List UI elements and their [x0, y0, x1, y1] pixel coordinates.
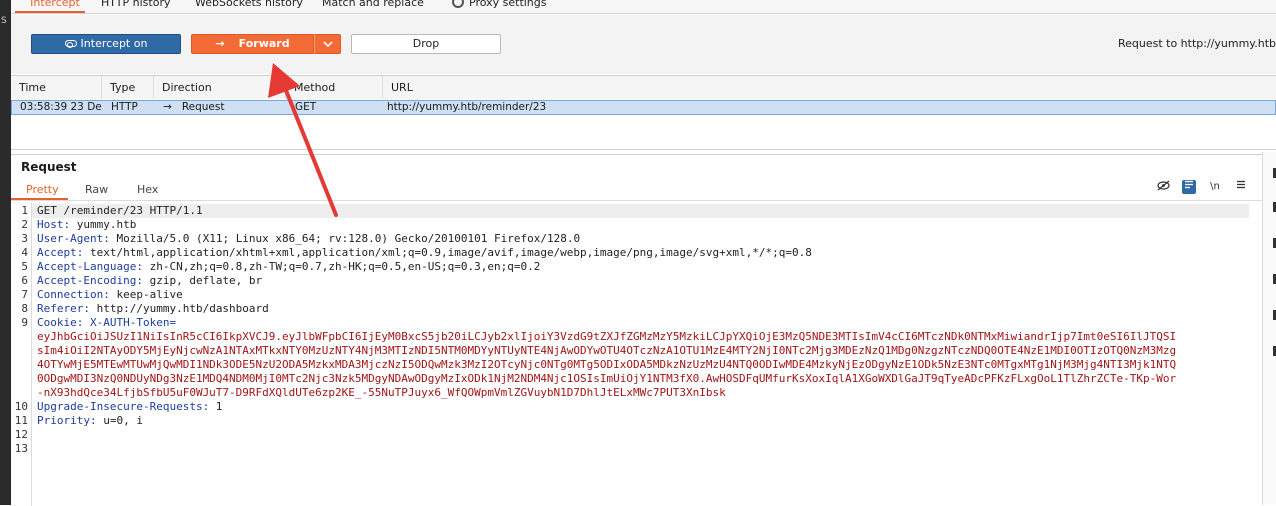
chevron-down-icon — [322, 41, 333, 48]
tab-proxy-settings-label: Proxy settings — [469, 0, 547, 9]
code-line: GET /reminder/23 HTTP/1.1 — [37, 204, 203, 218]
code-line: Upgrade-Insecure-Requests: 1 — [37, 400, 222, 414]
header-value: text/html,application/xhtml+xml,applicat… — [83, 246, 812, 259]
intercept-toolbar: Intercept on → Forward Drop Request to ht… — [11, 15, 1276, 74]
intercept-label: Intercept on — [80, 37, 148, 50]
left-sidebar-strip: S — [0, 0, 11, 505]
code-line: Cookie: X-AUTH-Token= — [37, 316, 176, 330]
tab-intercept[interactable]: Intercept — [15, 0, 85, 13]
word-wrap-icon[interactable] — [1182, 180, 1196, 194]
header-name: Accept-Language: — [37, 260, 143, 273]
code-line: Priority: u=0, i — [37, 414, 143, 428]
header-name: Accept-Encoding: — [37, 274, 143, 287]
arrow-right-icon: → — [163, 101, 172, 113]
header-value: yummy.htb — [70, 218, 137, 231]
row-type: HTTP — [111, 101, 138, 113]
menu-icon[interactable] — [1234, 180, 1248, 194]
arrow-right-icon: → — [215, 37, 225, 50]
line-number: 3 — [21, 232, 28, 245]
tab-match-replace[interactable]: Match and replace — [322, 0, 424, 13]
intercept-queue-table: Time Type Direction Method URL 03:58:39 … — [11, 75, 1276, 150]
code-line: Referer: http://yummy.htb/dashboard — [37, 302, 269, 316]
code-line: Host: yummy.htb — [37, 218, 136, 232]
line-number: 1 — [21, 204, 28, 217]
code-line: User-Agent: Mozilla/5.0 (X11; Linux x86_… — [37, 232, 580, 246]
header-name: Host: — [37, 218, 71, 231]
line-number: 4 — [21, 246, 28, 259]
header-name: Accept: — [37, 246, 84, 259]
tab-pretty[interactable]: Pretty — [26, 183, 59, 196]
line-number: 12 — [14, 428, 28, 441]
request-target-label: Request to http://yummy.htb — [1117, 37, 1276, 50]
tabs-divider — [11, 200, 1262, 201]
inspector-collapsed-strip — [1262, 152, 1276, 505]
line-number: 5 — [21, 260, 28, 273]
forward-options-button[interactable] — [314, 34, 341, 54]
tab-http-history[interactable]: HTTP history — [101, 0, 170, 13]
toggle-icon — [64, 40, 77, 48]
current-line-highlight — [32, 204, 1249, 218]
column-header-direction[interactable]: Direction — [154, 76, 286, 99]
code-line: Accept-Encoding: gzip, deflate, br — [37, 274, 262, 288]
intercept-toggle-button[interactable]: Intercept on — [31, 34, 181, 54]
header-name: Connection: — [37, 288, 110, 301]
tab-raw[interactable]: Raw — [85, 183, 108, 196]
header-name: Upgrade-Insecure-Requests: — [37, 400, 210, 413]
header-value: u=0, i — [96, 414, 143, 427]
cookie-token-value: 4OTYwMjE5MTEwMTUwMjQwMDI1NDk3ODE5NzU2ODA… — [37, 358, 1177, 371]
column-header-url[interactable]: URL — [383, 76, 1276, 99]
line-number: 8 — [21, 302, 28, 315]
row-direction-label: Request — [181, 101, 225, 113]
line-number: 13 — [14, 442, 28, 455]
line-number: 11 — [14, 414, 28, 427]
code-line: Accept-Language: zh-CN,zh;q=0.8,zh-TW;q=… — [37, 260, 540, 274]
cookie-token-value: sIm4iOiI2NTAyODY5MjEyNjcwNzA1NTAxMTkxNTY… — [37, 344, 1177, 357]
line-number: 2 — [21, 218, 28, 231]
request-panel: Request Pretty Raw Hex \n 1 2 3 4 5 6 7 8 9 10 11 1… — [11, 154, 1262, 506]
column-header-type[interactable]: Type — [102, 76, 154, 99]
proxy-tabs: Intercept HTTP history WebSockets histor… — [11, 0, 1276, 14]
header-value: gzip, deflate, br — [142, 274, 263, 287]
header-value: http://yummy.htb/dashboard — [89, 302, 269, 315]
line-number: 10 — [14, 400, 28, 413]
drop-button[interactable]: Drop — [351, 34, 501, 54]
line-number: 9 — [21, 316, 28, 329]
line-number: 6 — [21, 274, 28, 287]
show-newlines-icon[interactable]: \n — [1208, 180, 1222, 194]
forward-label: Forward — [238, 37, 290, 50]
header-value: X-AUTH-Token= — [83, 316, 177, 329]
column-header-time[interactable]: Time — [11, 76, 102, 99]
header-value: 1 — [209, 400, 223, 413]
line-number-gutter: 1 2 3 4 5 6 7 8 9 10 11 12 13 — [11, 203, 32, 506]
gear-icon — [452, 0, 464, 8]
cookie-token-value: -nX93hdQce34LfjbSfbU5uF0WJuT7-D9RFdXQldU… — [37, 386, 726, 399]
header-name: Referer: — [37, 302, 90, 315]
code-line: Connection: keep-alive — [37, 288, 183, 302]
header-value: Mozilla/5.0 (X11; Linux x86_64; rv:128.0… — [109, 232, 581, 245]
row-method: GET — [295, 101, 317, 113]
hide-nonprintable-icon[interactable] — [1156, 180, 1170, 194]
header-name: Cookie: — [37, 316, 84, 329]
header-value: zh-CN,zh;q=0.8,zh-TW;q=0.7,zh-HK;q=0.5,e… — [142, 260, 541, 273]
header-value: keep-alive — [109, 288, 183, 301]
tab-websockets-history[interactable]: WebSockets history — [195, 0, 303, 13]
cookie-token-value: eyJhbGciOiJSUzI1NiIsInR5cCI6IkpXVCJ9.eyJ… — [37, 330, 1177, 343]
code-line: Accept: text/html,application/xhtml+xml,… — [37, 246, 812, 260]
request-panel-title: Request — [21, 160, 77, 174]
header-name: Priority: — [37, 414, 97, 427]
line-number: 7 — [21, 288, 28, 301]
tab-hex[interactable]: Hex — [137, 183, 158, 196]
column-header-method[interactable]: Method — [286, 76, 383, 99]
row-direction: → Request — [155, 101, 287, 114]
request-line: GET /reminder/23 HTTP/1.1 — [37, 204, 203, 217]
row-url: http://yummy.htb/reminder/23 — [387, 101, 547, 113]
header-name: User-Agent: — [37, 232, 110, 245]
cookie-token-value: 0ODgwMDI3NzQ0NDUyNDg3NzE1MDQ4NDM0MjI0MTc… — [37, 372, 1177, 385]
table-row[interactable]: 03:58:39 23 De... HTTP → Request GET http… — [11, 100, 1276, 115]
row-time: 03:58:39 23 De... — [20, 101, 103, 113]
forward-button[interactable]: → Forward — [191, 34, 314, 54]
tab-proxy-settings[interactable]: Proxy settings — [452, 0, 547, 13]
